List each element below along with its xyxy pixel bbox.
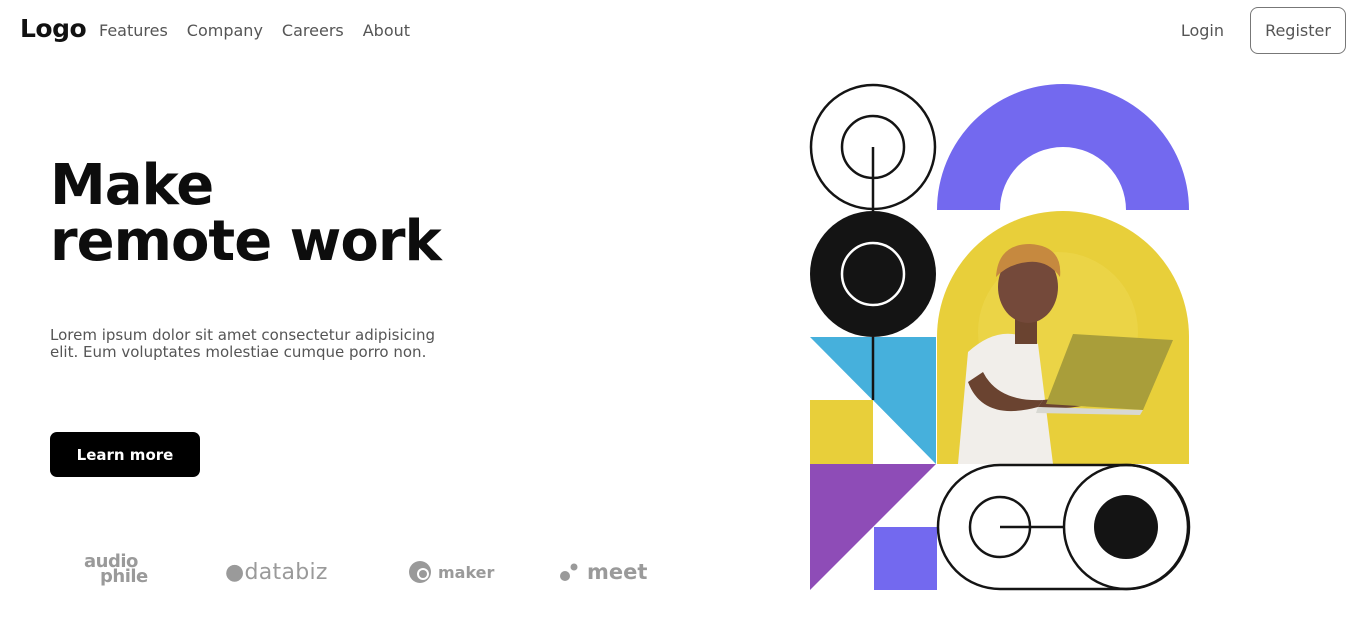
person-with-laptop-icon [937,211,1189,464]
databiz-dot-icon: ● [225,560,245,585]
nav-link-features[interactable]: Features [99,21,168,40]
hero-title: Make remote work [50,153,442,274]
audiophile-logo: audio phile [84,553,148,586]
logo[interactable]: Logo [20,14,87,43]
nav-link-company[interactable]: Company [187,21,263,40]
hero-title-line1: Make [50,153,214,218]
top-navigation: Logo Features Company Careers About Logi… [0,0,1364,62]
purple-square-shape [874,527,937,590]
yellow-square-shape [810,400,873,464]
hero-description: Lorem ipsum dolor sit amet consectetur a… [50,326,436,361]
toggle-pill-icon [936,463,1191,591]
hero-illustration [809,83,1191,591]
brand-logos: audio phile ●databiz maker meet [0,548,700,598]
nav-link-about[interactable]: About [363,21,410,40]
meet-dots-icon [560,563,578,581]
databiz-logo: ●databiz [225,560,328,585]
meet-logo: meet [559,560,647,584]
black-circle-icon [810,211,936,337]
login-link[interactable]: Login [1181,21,1224,40]
purple-arch-shape [937,84,1189,210]
register-button[interactable]: Register [1250,7,1346,54]
meet-logo-text: meet [587,560,648,584]
hero-title-line2: remote work [50,209,442,274]
nav-link-careers[interactable]: Careers [282,21,344,40]
maker-mark-icon [409,561,431,583]
maker-logo: maker [408,560,494,584]
nav-links: Features Company Careers About [99,21,429,40]
databiz-logo-text: databiz [244,560,328,585]
learn-more-button[interactable]: Learn more [50,432,200,477]
maker-logo-text: maker [438,562,495,582]
outline-circle-top-icon [809,83,937,213]
